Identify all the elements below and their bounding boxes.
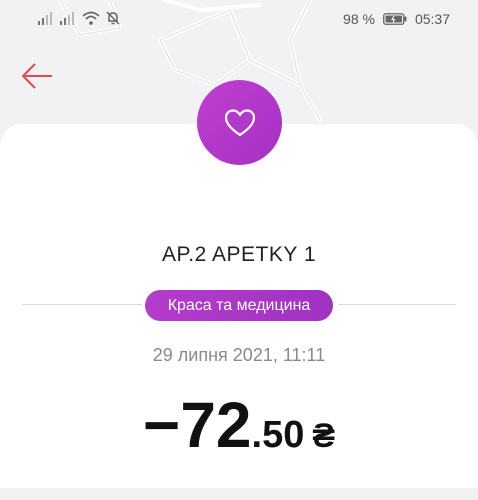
divider (338, 304, 456, 305)
back-button[interactable] (20, 58, 56, 94)
status-bar: 98 % 05:37 (0, 0, 478, 40)
status-icons-left (38, 11, 120, 25)
category-badge[interactable]: Краса та медицина (145, 290, 333, 321)
currency-symbol: ₴ (312, 417, 336, 455)
category-icon-badge (197, 80, 282, 165)
battery-icon (383, 13, 407, 25)
arrow-left-icon (20, 58, 56, 94)
battery-percent: 98 % (343, 11, 375, 27)
transaction-amount: −72.50 ₴ (0, 388, 478, 462)
signal-icon (60, 11, 76, 25)
transaction-datetime: 29 липня 2021, 11:11 (152, 345, 326, 365)
bell-off-icon (106, 11, 120, 25)
merchant-name: AP.2 APETKY 1 (162, 243, 316, 266)
bottom-section-divider (0, 488, 478, 500)
signal-icon (38, 11, 54, 25)
amount-main: −72 (142, 389, 252, 461)
divider (22, 304, 142, 305)
status-time: 05:37 (414, 11, 450, 27)
heart-icon (224, 108, 256, 138)
status-icons-right: 98 % 05:37 (343, 11, 450, 27)
amount-cents: .50 (251, 414, 305, 456)
wifi-icon (82, 11, 100, 25)
